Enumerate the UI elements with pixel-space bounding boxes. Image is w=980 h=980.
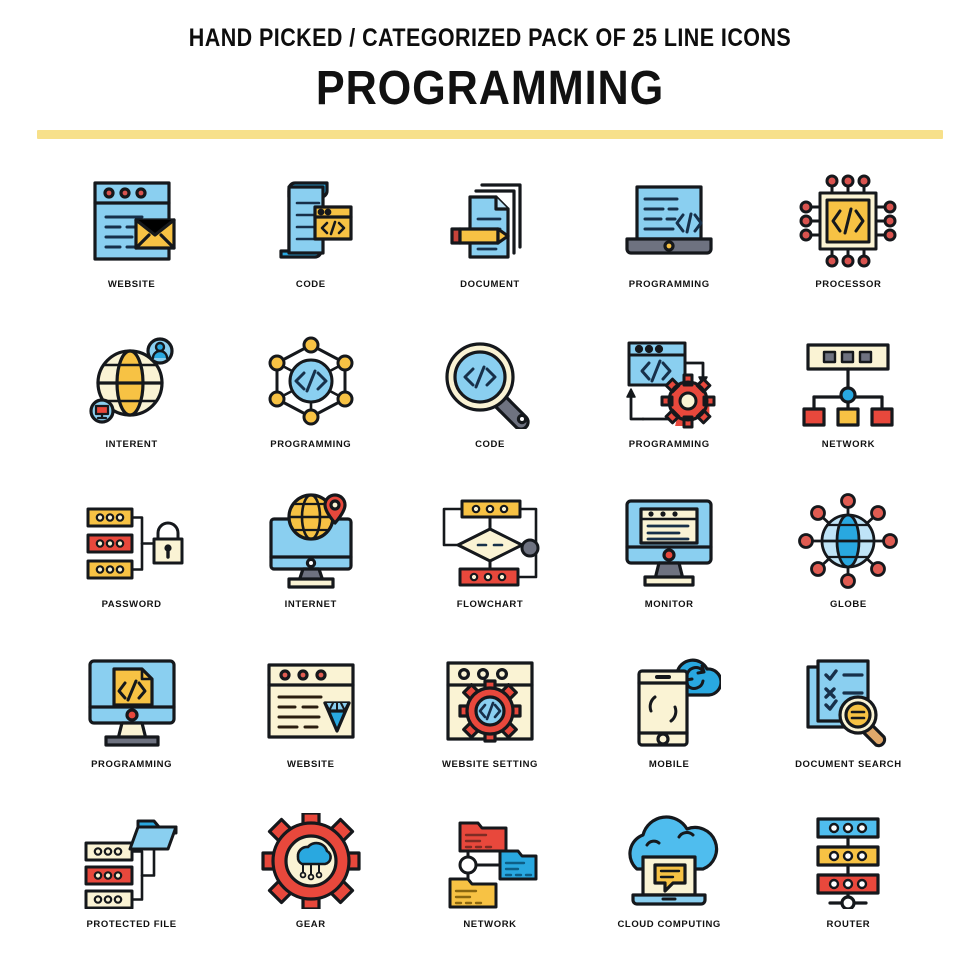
code-document-icon [246, 165, 376, 277]
icon-cell[interactable]: NETWORK [400, 805, 579, 965]
icon-label: GLOBE [830, 599, 867, 610]
network-nodes-code-icon [246, 325, 376, 437]
magnifier-code-icon [425, 325, 555, 437]
icon-label: NETWORK [821, 439, 876, 450]
icon-cell[interactable]: WEBSITE [221, 645, 400, 805]
icon-label: MOBILE [648, 759, 690, 770]
icon-cell[interactable]: GEAR [221, 805, 400, 965]
icon-label: PROGRAMMING [91, 759, 173, 770]
icon-cell[interactable]: PROGRAMMING [221, 325, 400, 485]
icon-label: FLOWCHART [456, 599, 524, 610]
icon-cell[interactable]: WEBSITE SETTING [400, 645, 579, 805]
icon-cell[interactable]: CLOUD COMPUTING [580, 805, 759, 965]
icon-label: PASSWORD [101, 599, 162, 610]
subtitle-pre: HAND PICKED / CATEGORIZED PACK OF [188, 24, 633, 52]
laptop-code-icon [604, 165, 734, 277]
icon-cell[interactable]: DOCUMENT SEARCH [759, 645, 938, 805]
icon-label: ROUTER [826, 919, 871, 930]
icon-cell[interactable]: DOCUMENT [400, 165, 579, 325]
icon-label: WEBSITE [107, 279, 156, 290]
icon-label: PROTECTED FILE [86, 919, 177, 930]
icon-label: CODE [295, 279, 326, 290]
icon-cell[interactable]: PROGRAMMING [580, 325, 759, 485]
icon-cell[interactable]: ROUTER [759, 805, 938, 965]
icon-label: INTERENT [105, 439, 158, 450]
header: HAND PICKED / CATEGORIZED PACK OF 25 LIN… [0, 0, 980, 139]
subtitle-post: LINE ICONS [657, 24, 792, 52]
icon-cell[interactable]: PROGRAMMING [42, 645, 221, 805]
folder-network-icon [425, 805, 555, 917]
icon-cell[interactable]: PROTECTED FILE [42, 805, 221, 965]
icon-cell[interactable]: MOBILE [580, 645, 759, 805]
icon-cell[interactable]: FLOWCHART [400, 485, 579, 645]
icon-cell[interactable]: INTERENT [42, 325, 221, 485]
website-browser-mail-icon [67, 165, 197, 277]
icon-label: WEBSITE [287, 759, 335, 770]
icon-pack-page: HAND PICKED / CATEGORIZED PACK OF 25 LIN… [0, 0, 980, 980]
icon-label: CODE [475, 439, 505, 450]
processor-chip-icon [783, 165, 913, 277]
icon-label: PROGRAMMING [628, 279, 710, 290]
icon-label: INTERNET [284, 599, 337, 610]
network-tree-icon [783, 325, 913, 437]
flowchart-icon [425, 485, 555, 597]
document-pencil-icon [425, 165, 555, 277]
icon-label: GEAR [295, 919, 326, 930]
icon-cell[interactable]: CODE [400, 325, 579, 485]
internet-globe-user-icon [67, 325, 197, 437]
mobile-cloud-sync-icon [604, 645, 734, 757]
document-checklist-search-icon [783, 645, 913, 757]
browser-gear-cycle-icon [604, 325, 734, 437]
icon-cell[interactable]: PASSWORD [42, 485, 221, 645]
server-lock-icon [67, 485, 197, 597]
icon-cell[interactable]: GLOBE [759, 485, 938, 645]
icon-label: MONITOR [644, 599, 694, 610]
globe-nodes-icon [783, 485, 913, 597]
monitor-window-icon [604, 485, 734, 597]
icon-label: DOCUMENT [460, 279, 520, 290]
gear-cloud-icon [246, 805, 376, 917]
server-folder-icon [67, 805, 197, 917]
icon-label: WEBSITE SETTING [441, 759, 539, 770]
icon-cell[interactable]: CODE [221, 165, 400, 325]
page-title: PROGRAMMING [315, 62, 665, 115]
icon-grid: WEBSITE CODE DOCUMENT PROGRAMMING PROCES… [0, 165, 980, 965]
icon-cell[interactable]: MONITOR [580, 485, 759, 645]
icon-label: NETWORK [463, 919, 517, 930]
browser-gear-code-icon [425, 645, 555, 757]
icon-cell[interactable]: INTERNET [221, 485, 400, 645]
icon-cell[interactable]: PROCESSOR [759, 165, 938, 325]
pack-subtitle: HAND PICKED / CATEGORIZED PACK OF 25 LIN… [69, 24, 912, 53]
browser-diamond-icon [246, 645, 376, 757]
icon-cell[interactable]: WEBSITE [42, 165, 221, 325]
router-stack-icon [783, 805, 913, 917]
icon-label: PROGRAMMING [628, 439, 710, 450]
icon-label: CLOUD COMPUTING [617, 919, 721, 930]
icon-cell[interactable]: NETWORK [759, 325, 938, 485]
icon-label: PROCESSOR [815, 279, 882, 290]
icon-cell[interactable]: PROGRAMMING [580, 165, 759, 325]
monitor-code-file-icon [67, 645, 197, 757]
icon-label: DOCUMENT SEARCH [795, 759, 902, 770]
monitor-globe-pin-icon [246, 485, 376, 597]
icon-label: PROGRAMMING [270, 439, 352, 450]
subtitle-count: 25 [632, 24, 658, 52]
cloud-laptop-chat-icon [604, 805, 734, 917]
header-divider [37, 130, 943, 139]
